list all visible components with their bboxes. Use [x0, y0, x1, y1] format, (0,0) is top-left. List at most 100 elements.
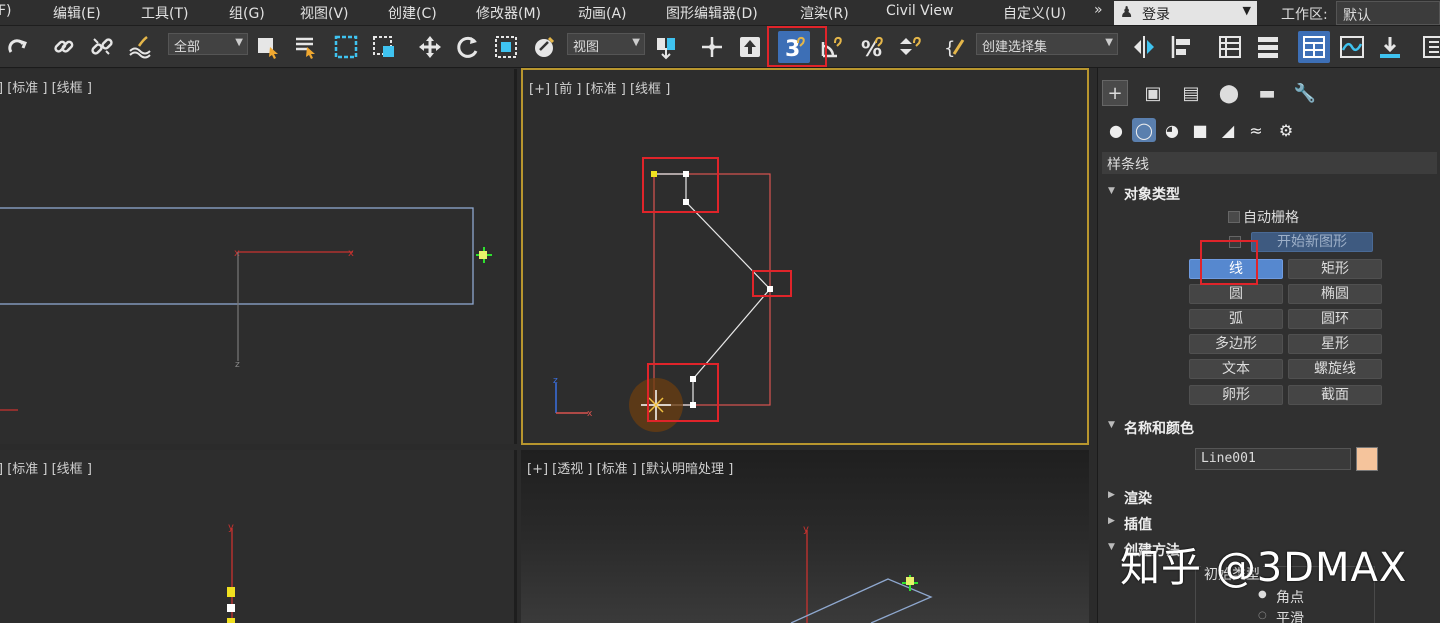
unlink-icon[interactable] [86, 31, 118, 63]
menu-group[interactable]: 组(G) [229, 3, 265, 23]
menu-graph-editors[interactable]: 图形编辑器(D) [666, 3, 758, 23]
align-icon[interactable] [1166, 31, 1198, 63]
bind-spacewarp-icon[interactable] [124, 31, 156, 63]
spinner-snap-icon[interactable] [894, 31, 926, 63]
viewport-front[interactable]: [+] [前 ] [标准 ] [线框 ] z x [521, 68, 1089, 445]
hierarchy-tab-icon[interactable]: ▤ [1178, 80, 1204, 106]
placement-icon[interactable] [528, 31, 560, 63]
move-icon[interactable] [414, 31, 446, 63]
lights-icon[interactable]: ◕ [1160, 118, 1184, 142]
viewport-perspective[interactable]: [+] [透视 ] [标准 ] [默认明暗处理 ] y [521, 450, 1089, 623]
select-object-icon[interactable] [252, 31, 284, 63]
menu-customize[interactable]: 自定义(U) [1003, 3, 1066, 23]
menu-civil-view[interactable]: Civil View [886, 3, 953, 19]
rollout-object-type[interactable]: ▼ 对象类型 [1102, 182, 1437, 204]
rect-region-icon[interactable] [330, 31, 362, 63]
edit-named-sel-icon[interactable]: { [940, 31, 972, 63]
shape-category-select[interactable]: 样条线 [1102, 152, 1437, 174]
geometry-icon[interactable]: ● [1104, 118, 1128, 142]
text-button[interactable]: 文本 [1189, 359, 1283, 379]
start-new-shape-checkbox[interactable] [1229, 236, 1241, 248]
menu-rendering[interactable]: 渲染(R) [800, 3, 849, 23]
section-button[interactable]: 截面 [1288, 385, 1382, 405]
menu-create[interactable]: 创建(C) [388, 3, 437, 23]
reference-coord-dropdown[interactable]: 视图 ▼ [567, 33, 645, 55]
percent-snap-icon[interactable]: % [856, 31, 888, 63]
create-tab-icon[interactable]: + [1102, 80, 1128, 106]
helix-button[interactable]: 螺旋线 [1288, 359, 1382, 379]
user-icon: ♟ [1120, 3, 1134, 21]
svg-text:x: x [234, 248, 240, 259]
ribbon-toggle-icon[interactable] [1298, 31, 1330, 63]
svg-text:%: % [861, 37, 882, 60]
scale-icon[interactable] [490, 31, 522, 63]
start-new-shape-button[interactable]: 开始新图形 [1251, 232, 1373, 252]
login-dropdown[interactable]: ♟ 登录 ▼ [1114, 1, 1257, 25]
rotate-icon[interactable] [452, 31, 484, 63]
select-by-name-icon[interactable] [290, 31, 322, 63]
menu-overflow-chevron[interactable]: » [1094, 2, 1112, 24]
keyboard-shortcut-override-icon[interactable] [734, 31, 766, 63]
rollout-name-color[interactable]: ▼ 名称和颜色 [1102, 416, 1437, 438]
rectangle-button[interactable]: 矩形 [1288, 259, 1382, 279]
systems-icon[interactable]: ⚙ [1274, 118, 1298, 142]
star-button[interactable]: 星形 [1288, 334, 1382, 354]
object-color-swatch[interactable] [1356, 447, 1378, 471]
cameras-icon[interactable]: ■ [1188, 118, 1212, 142]
snap-3d-icon[interactable]: 3 [778, 31, 810, 63]
selection-filter-dropdown[interactable]: 全部 ▼ [168, 33, 248, 55]
selection-filter-value: 全部 [174, 40, 201, 55]
window-crossing-icon[interactable] [368, 31, 400, 63]
chevron-down-icon: ▼ [1242, 4, 1251, 17]
display-tab-icon[interactable]: ▬ [1254, 80, 1280, 106]
viewport-top[interactable]: ] [标准 ] [线框 ] x x z [0, 69, 517, 444]
rollout-expand-icon: ▶ [1108, 490, 1115, 500]
shapes-icon[interactable]: ◯ [1132, 118, 1156, 142]
link-icon[interactable] [48, 31, 80, 63]
menu-edit[interactable]: 编辑(E) [53, 3, 101, 23]
menu-views[interactable]: 视图(V) [300, 3, 349, 23]
layer-explorer-icon[interactable] [1252, 31, 1284, 63]
donut-button[interactable]: 圆环 [1288, 309, 1382, 329]
rollout-interpolation[interactable]: ▶ 插值 [1102, 512, 1437, 534]
select-manipulate-icon[interactable] [696, 31, 728, 63]
menu-bar: F) 编辑(E) 工具(T) 组(G) 视图(V) 创建(C) 修改器(M) 动… [0, 0, 1440, 26]
menu-animation[interactable]: 动画(A) [578, 3, 627, 23]
redo-icon[interactable] [2, 31, 34, 63]
utilities-tab-icon[interactable]: 🔧 [1292, 80, 1318, 106]
helpers-icon[interactable]: ◢ [1216, 118, 1240, 142]
line-button[interactable]: 线 [1189, 259, 1283, 279]
schematic-view-icon[interactable] [1418, 31, 1440, 63]
rollout-collapse-icon: ▼ [1108, 186, 1115, 196]
menu-modifiers[interactable]: 修改器(M) [476, 3, 541, 23]
egg-button[interactable]: 卵形 [1189, 385, 1283, 405]
scene-explorer-icon[interactable] [1214, 31, 1246, 63]
curve-editor-icon[interactable] [1336, 31, 1368, 63]
viewport-left[interactable]: ] [标准 ] [线框 ] y [0, 450, 517, 623]
rollout-rendering[interactable]: ▶ 渲染 [1102, 486, 1437, 508]
svg-text:y: y [803, 524, 809, 535]
ellipse-button[interactable]: 椭圆 [1288, 284, 1382, 304]
arc-button[interactable]: 弧 [1189, 309, 1283, 329]
motion-tab-icon[interactable]: ⬤ [1216, 80, 1242, 106]
autogrid-label: 自动栅格 [1243, 210, 1299, 226]
circle-button[interactable]: 圆 [1189, 284, 1283, 304]
viewport-left-canvas: y [227, 522, 235, 623]
radio-smooth-icon[interactable]: ○ [1258, 610, 1267, 621]
ngon-button[interactable]: 多边形 [1189, 334, 1283, 354]
menu-file[interactable]: F) [0, 3, 12, 19]
named-selection-dropdown[interactable]: 创建选择集 ▼ [976, 33, 1118, 55]
angle-snap-icon[interactable] [816, 31, 848, 63]
spacewarps-icon[interactable]: ≈ [1244, 118, 1268, 142]
autogrid-checkbox[interactable] [1228, 211, 1240, 223]
object-name-field[interactable]: Line001 [1195, 448, 1351, 470]
workspace-select[interactable]: 默认 [1336, 1, 1440, 25]
render-setup-icon[interactable] [1374, 31, 1406, 63]
pivot-center-icon[interactable] [650, 31, 682, 63]
spline-vertex [767, 286, 773, 292]
svg-text:{: { [944, 38, 955, 59]
menu-tools[interactable]: 工具(T) [141, 3, 188, 23]
modify-tab-icon[interactable]: ▣ [1140, 80, 1166, 106]
svg-text:z: z [553, 376, 558, 386]
mirror-icon[interactable] [1128, 31, 1160, 63]
